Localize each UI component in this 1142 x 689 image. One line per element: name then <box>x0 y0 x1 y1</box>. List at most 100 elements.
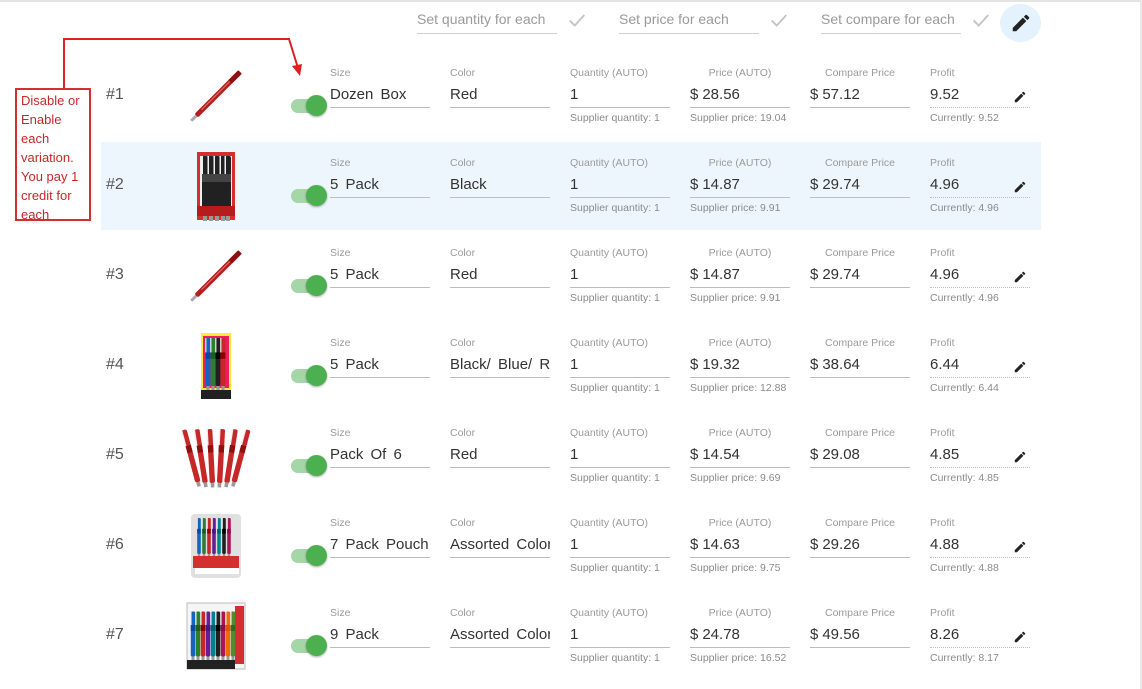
compare-price-value[interactable]: $38.64 <box>810 353 910 378</box>
price-value[interactable]: $14.87 <box>690 173 790 198</box>
size-field[interactable]: Size 9 Pack <box>330 606 430 648</box>
size-value[interactable]: Pack Of 6 <box>330 443 430 468</box>
variation-enable-toggle[interactable] <box>291 455 327 477</box>
compare-price-field[interactable]: Compare Price $57.12 <box>810 66 910 108</box>
color-field[interactable]: Color Black <box>450 156 550 198</box>
edit-profit-button[interactable] <box>1013 90 1027 104</box>
price-value[interactable]: $24.78 <box>690 623 790 648</box>
edit-profit-button[interactable] <box>1013 360 1027 374</box>
currency-symbol: $ <box>810 446 819 463</box>
edit-profit-button[interactable] <box>1013 450 1027 464</box>
compare-price-field[interactable]: Compare Price $29.26 <box>810 516 910 558</box>
color-value[interactable]: Assorted Colors <box>450 533 550 558</box>
price-field[interactable]: Price (AUTO) $14.87 Supplier price: 9.91 <box>690 156 790 214</box>
quantity-label: Quantity (AUTO) <box>570 157 648 169</box>
edit-profit-button[interactable] <box>1013 540 1027 554</box>
price-value[interactable]: $19.32 <box>690 353 790 378</box>
edit-profit-button[interactable] <box>1013 180 1027 194</box>
size-value[interactable]: 5 Pack <box>330 263 430 288</box>
quantity-field[interactable]: Quantity (AUTO) 1 Supplier quantity: 1 <box>570 66 670 124</box>
currency-symbol: $ <box>690 266 699 283</box>
supplier-quantity: Supplier quantity: 1 <box>570 202 660 214</box>
variation-enable-toggle[interactable] <box>291 185 327 207</box>
compare-price-value[interactable]: $29.74 <box>810 173 910 198</box>
price-value[interactable]: $14.54 <box>690 443 790 468</box>
color-field[interactable]: Color Red <box>450 246 550 288</box>
size-value[interactable]: Dozen Box <box>330 83 430 108</box>
color-field[interactable]: Color Assorted Colors <box>450 606 550 648</box>
compare-price-field[interactable]: Compare Price $49.56 <box>810 606 910 648</box>
compare-price-field[interactable]: Compare Price $29.74 <box>810 246 910 288</box>
size-field[interactable]: Size 7 Pack Pouch <box>330 516 430 558</box>
quantity-field[interactable]: Quantity (AUTO) 1 Supplier quantity: 1 <box>570 606 670 664</box>
set-quantity-each-input[interactable]: Set quantity for each <box>417 6 557 34</box>
compare-price-field[interactable]: Compare Price $29.74 <box>810 156 910 198</box>
color-value[interactable]: Red <box>450 443 550 468</box>
variation-enable-toggle[interactable] <box>291 365 327 387</box>
set-price-each-input[interactable]: Set price for each <box>619 6 759 34</box>
size-field[interactable]: Size 5 Pack <box>330 336 430 378</box>
color-value[interactable]: Assorted Colors <box>450 623 550 648</box>
compare-price-field[interactable]: Compare Price $29.08 <box>810 426 910 468</box>
quantity-value[interactable]: 1 <box>570 533 670 558</box>
compare-price-value[interactable]: $57.12 <box>810 83 910 108</box>
variation-enable-toggle[interactable] <box>291 95 327 117</box>
variation-row: #7 Size 9 Pack Color Assorted Colors Qua… <box>101 592 1041 680</box>
color-field[interactable]: Color Black/ Blue/ Red <box>450 336 550 378</box>
price-value[interactable]: $14.87 <box>690 263 790 288</box>
size-field[interactable]: Size Pack Of 6 <box>330 426 430 468</box>
color-value[interactable]: Red <box>450 263 550 288</box>
compare-price-value[interactable]: $49.56 <box>810 623 910 648</box>
compare-price-field[interactable]: Compare Price $38.64 <box>810 336 910 378</box>
color-value[interactable]: Black <box>450 173 550 198</box>
variation-enable-toggle[interactable] <box>291 275 327 297</box>
size-value[interactable]: 5 Pack <box>330 173 430 198</box>
size-field[interactable]: Size 5 Pack <box>330 246 430 288</box>
compare-price-value[interactable]: $29.08 <box>810 443 910 468</box>
size-value[interactable]: 5 Pack <box>330 353 430 378</box>
quantity-value[interactable]: 1 <box>570 173 670 198</box>
color-value[interactable]: Black/ Blue/ Red <box>450 353 550 378</box>
price-value[interactable]: $14.63 <box>690 533 790 558</box>
quantity-field[interactable]: Quantity (AUTO) 1 Supplier quantity: 1 <box>570 156 670 214</box>
price-field[interactable]: Price (AUTO) $19.32 Supplier price: 12.8… <box>690 336 790 394</box>
color-field[interactable]: Color Red <box>450 426 550 468</box>
quantity-field[interactable]: Quantity (AUTO) 1 Supplier quantity: 1 <box>570 426 670 484</box>
size-field[interactable]: Size 5 Pack <box>330 156 430 198</box>
compare-price-value[interactable]: $29.26 <box>810 533 910 558</box>
variation-enable-toggle[interactable] <box>291 635 327 657</box>
quantity-field[interactable]: Quantity (AUTO) 1 Supplier quantity: 1 <box>570 246 670 304</box>
quantity-value[interactable]: 1 <box>570 83 670 108</box>
set-compare-each-input[interactable]: Set compare for each <box>821 6 961 34</box>
size-field[interactable]: Size Dozen Box <box>330 66 430 108</box>
price-field[interactable]: Price (AUTO) $14.54 Supplier price: 9.69 <box>690 426 790 484</box>
quantity-value[interactable]: 1 <box>570 443 670 468</box>
quantity-value[interactable]: 1 <box>570 263 670 288</box>
size-value[interactable]: 7 Pack Pouch <box>330 533 430 558</box>
size-value[interactable]: 9 Pack <box>330 623 430 648</box>
price-field[interactable]: Price (AUTO) $14.87 Supplier price: 9.91 <box>690 246 790 304</box>
edit-profit-button[interactable] <box>1013 630 1027 644</box>
quantity-field[interactable]: Quantity (AUTO) 1 Supplier quantity: 1 <box>570 336 670 394</box>
color-field[interactable]: Color Assorted Colors <box>450 516 550 558</box>
color-value[interactable]: Red <box>450 83 550 108</box>
compare-amount: 57.12 <box>822 86 860 103</box>
color-label: Color <box>450 427 476 439</box>
quantity-value[interactable]: 1 <box>570 353 670 378</box>
compare-price-value[interactable]: $29.74 <box>810 263 910 288</box>
apply-price-check-icon[interactable] <box>768 9 790 31</box>
apply-compare-check-icon[interactable] <box>970 9 992 31</box>
apply-quantity-check-icon[interactable] <box>566 9 588 31</box>
profit-label: Profit <box>930 517 955 529</box>
compare-amount: 29.08 <box>822 446 860 463</box>
edit-profit-button[interactable] <box>1013 270 1027 284</box>
quantity-field[interactable]: Quantity (AUTO) 1 Supplier quantity: 1 <box>570 516 670 574</box>
price-field[interactable]: Price (AUTO) $24.78 Supplier price: 16.5… <box>690 606 790 664</box>
price-value[interactable]: $28.56 <box>690 83 790 108</box>
price-field[interactable]: Price (AUTO) $28.56 Supplier price: 19.0… <box>690 66 790 124</box>
price-field[interactable]: Price (AUTO) $14.63 Supplier price: 9.75 <box>690 516 790 574</box>
quantity-value[interactable]: 1 <box>570 623 670 648</box>
edit-all-button[interactable] <box>1000 4 1041 42</box>
color-field[interactable]: Color Red <box>450 66 550 108</box>
variation-enable-toggle[interactable] <box>291 545 327 567</box>
